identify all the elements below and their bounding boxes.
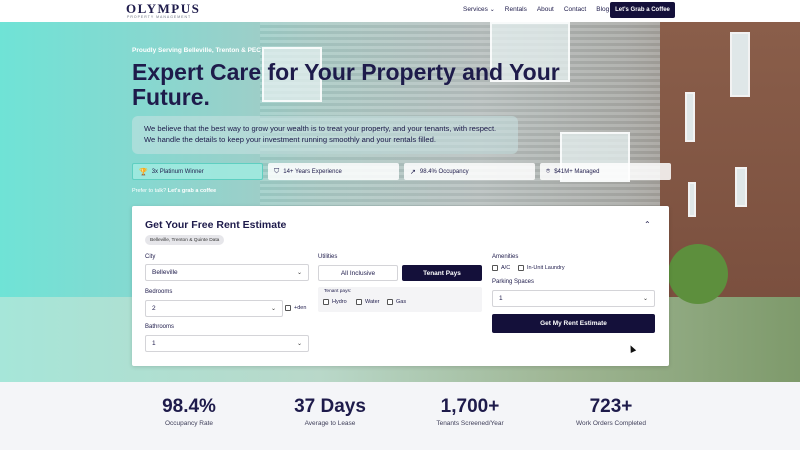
bedrooms-select[interactable]: 2 ⌄ (145, 300, 283, 317)
stat-value: 1,700+ (440, 396, 500, 417)
utilities-all-inclusive-button[interactable]: All Inclusive (318, 265, 398, 281)
chevron-down-icon: ⌄ (270, 306, 276, 312)
checkbox-icon (285, 305, 291, 311)
nav-link-about[interactable]: About (537, 6, 554, 13)
stat-label: Average to Lease (304, 420, 356, 427)
chevron-down-icon: ⌄ (489, 7, 495, 13)
stat-work-orders: 723+ Work Orders Completed (536, 396, 686, 427)
badge-label: 3x Platinum Winner (151, 168, 204, 175)
brick-window (730, 32, 750, 97)
top-nav: OLYMPUS PROPERTY MANAGEMENT Services ⌄ R… (0, 0, 800, 22)
stat-label: Tenants Screened/Year (436, 420, 504, 427)
badge-platinum-winner[interactable]: 🏆 3x Platinum Winner (132, 163, 263, 180)
hero-tagline: Proudly Serving Belleville, Trenton & PE… (132, 47, 261, 54)
rent-estimate-card: Get Your Free Rent Estimate ⌃ Belleville… (132, 206, 669, 366)
prefer-text: Prefer to talk? (132, 188, 167, 194)
parking-value: 1 (499, 295, 503, 302)
shield-icon: ⛉ (274, 167, 280, 175)
prefer-to-talk: Prefer to talk? Let's grab a coffee (132, 188, 216, 194)
stat-value: 723+ (589, 396, 633, 417)
nav-link-rentals[interactable]: Rentals (505, 6, 527, 13)
checkbox-icon (518, 265, 524, 271)
card-title: Get Your Free Rent Estimate (145, 219, 287, 231)
nav-links: Services ⌄ Rentals About Contact Blog (463, 6, 609, 13)
checkbox-icon (356, 299, 362, 305)
stat-tenants-screened: 1,700+ Tenants Screened/Year (395, 396, 545, 427)
badge-years-experience[interactable]: ⛉ 14+ Years Experience (268, 163, 399, 180)
grab-coffee-button[interactable]: Let's Grab a Coffee (610, 2, 675, 18)
hero-intro: We believe that the best way to grow you… (132, 116, 518, 154)
stat-value: 98.4% (162, 396, 216, 417)
gas-checkbox[interactable]: Gas (387, 299, 406, 305)
badge-occupancy[interactable]: ↗ 98.4% Occupancy (404, 163, 535, 180)
city-value: Belleville (152, 269, 178, 276)
den-checkbox[interactable]: +den (285, 305, 306, 311)
hydro-label: Hydro (332, 299, 347, 305)
brick-window (688, 182, 696, 217)
parking-label: Parking Spaces (492, 279, 535, 285)
bedrooms-value: 2 (152, 305, 156, 312)
nav-link-blog[interactable]: Blog (596, 6, 609, 13)
water-checkbox[interactable]: Water (356, 299, 379, 305)
bedrooms-label: Bedrooms (145, 289, 173, 295)
badge-label: 98.4% Occupancy (419, 168, 469, 175)
logo-wordmark: OLYMPUS (126, 1, 201, 16)
checkbox-icon (387, 299, 393, 305)
stat-label: Occupancy Rate (164, 420, 214, 427)
grab-coffee-link[interactable]: Let's grab a coffee (168, 188, 216, 194)
nav-link-contact[interactable]: Contact (564, 6, 586, 13)
chevron-down-icon: ⌄ (296, 270, 302, 276)
gas-label: Gas (396, 299, 407, 305)
hero-headline: Expert Care for Your Property and Your F… (132, 59, 560, 110)
utilities-label: Utilities (318, 254, 338, 260)
bathrooms-select[interactable]: 1 ⌄ (145, 335, 309, 352)
stat-label: Work Orders Completed (576, 420, 646, 427)
ac-label: A/C (501, 265, 511, 271)
ac-checkbox[interactable]: A/C (492, 265, 510, 271)
water-label: Water (365, 299, 380, 305)
location-pin-icon: ⌾ (546, 167, 551, 175)
utilities-tenant-pays-button[interactable]: Tenant Pays (402, 265, 482, 281)
in-unit-laundry-checkbox[interactable]: In-Unit Laundry (518, 265, 565, 271)
brick-window (685, 92, 695, 142)
tenant-pays-box: Tenant pays: Hydro Water Gas (318, 287, 482, 312)
data-region-pill: Belleville, Trenton & Quinte Data (145, 235, 225, 245)
get-rent-estimate-button[interactable]: Get My Rent Estimate (492, 314, 655, 333)
bathrooms-value: 1 (152, 340, 156, 347)
logo[interactable]: OLYMPUS PROPERTY MANAGEMENT (126, 1, 201, 19)
tenant-pays-label: Tenant pays: (324, 289, 352, 294)
badge-managed[interactable]: ⌾ $41M+ Managed (540, 163, 671, 180)
hydro-checkbox[interactable]: Hydro (323, 299, 347, 305)
hero-background-bush (668, 244, 728, 304)
chevron-up-icon[interactable]: ⌃ (644, 220, 651, 229)
chevron-down-icon: ⌄ (296, 341, 302, 347)
in-unit-laundry-label: In-Unit Laundry (527, 265, 565, 271)
city-label: City (145, 254, 156, 260)
stat-occupancy: 98.4% Occupancy Rate (114, 396, 264, 427)
nav-link-services[interactable]: Services ⌄ (463, 6, 495, 13)
badge-label: 14+ Years Experience (283, 168, 342, 175)
den-label: +den (294, 305, 307, 311)
bathrooms-label: Bathrooms (145, 324, 175, 330)
checkbox-icon (323, 299, 329, 305)
hero-badges: 🏆 3x Platinum Winner ⛉ 14+ Years Experie… (132, 163, 671, 180)
stat-value: 37 Days (294, 396, 366, 417)
trophy-icon: 🏆 (139, 168, 148, 176)
parking-select[interactable]: 1 ⌄ (492, 290, 655, 307)
nav-link-services-label: Services (463, 6, 488, 13)
logo-subtitle: PROPERTY MANAGEMENT (127, 15, 192, 19)
stats-bar: 98.4% Occupancy Rate 37 Days Average to … (0, 382, 800, 450)
city-select[interactable]: Belleville ⌄ (145, 264, 309, 281)
brick-window (735, 167, 747, 207)
chevron-down-icon: ⌄ (642, 296, 648, 302)
badge-label: $41M+ Managed (554, 168, 600, 175)
checkbox-icon (492, 265, 498, 271)
trend-up-icon: ↗ (410, 168, 416, 176)
stat-days-to-lease: 37 Days Average to Lease (255, 396, 405, 427)
amenities-label: Amenities (492, 254, 519, 260)
